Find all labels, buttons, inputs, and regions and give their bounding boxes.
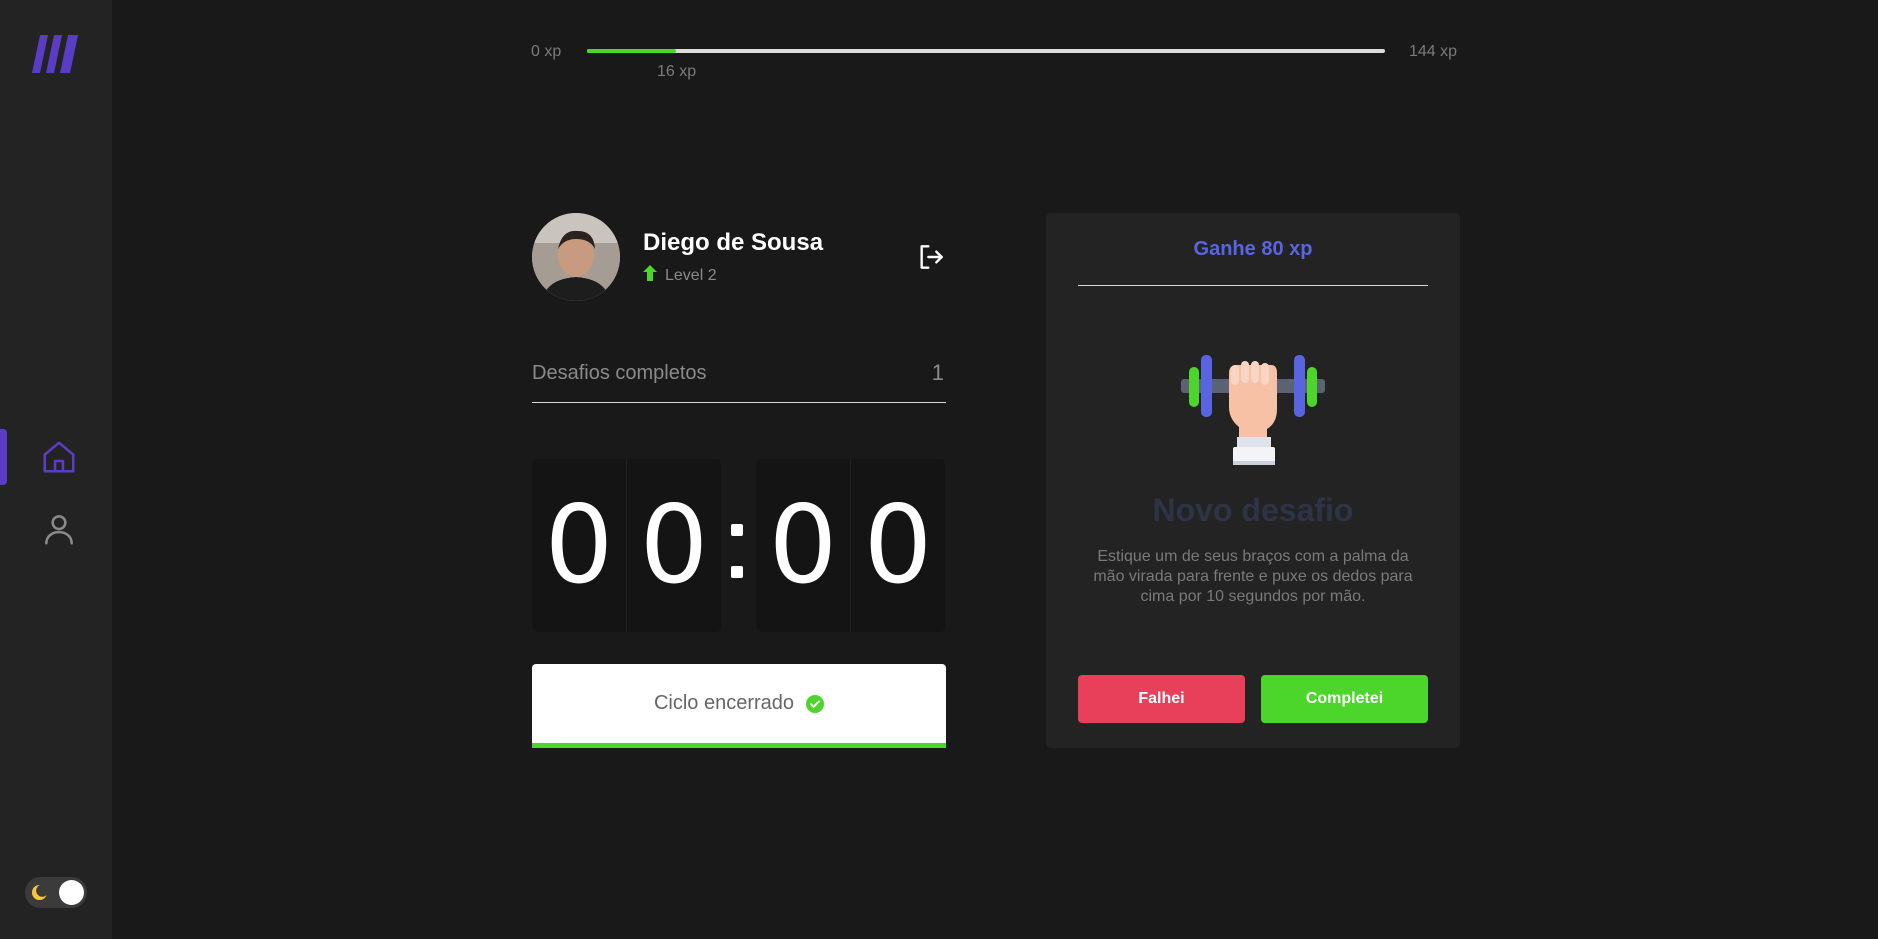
challenge-description: Estique um de seus braços com a palma da… xyxy=(1093,548,1413,605)
xp-current-label: 16 xp xyxy=(657,63,697,80)
completed-button[interactable]: Completei xyxy=(1261,675,1428,723)
check-circle-icon xyxy=(806,694,825,713)
completed-challenges-count: 1 xyxy=(931,360,944,385)
countdown-digit: 0 xyxy=(626,459,721,632)
sidebar xyxy=(0,0,112,939)
xp-min-label: 0 xp xyxy=(531,43,562,60)
completed-challenges-label: Desafios completos xyxy=(532,362,707,384)
challenge-reward: Ganhe 80 xp xyxy=(1078,213,1428,286)
challenge-title: Novo desafio xyxy=(1152,492,1354,528)
nav-active-indicator xyxy=(0,429,7,485)
app-logo xyxy=(32,35,78,73)
completed-challenges: Desafios completos 1 xyxy=(532,356,946,403)
dumbbell-icon xyxy=(1181,355,1325,465)
failed-button[interactable]: Falhei xyxy=(1078,675,1245,723)
countdown-separator xyxy=(720,486,760,606)
countdown-seconds: 0 0 xyxy=(756,459,945,632)
toggle-knob[interactable] xyxy=(59,880,84,905)
challenge-card: Ganhe 80 xp Novo desafio Estique um de s… xyxy=(1046,213,1460,748)
countdown-digit: 0 xyxy=(544,482,614,608)
theme-toggle[interactable] xyxy=(25,877,87,908)
xp-max-label: 144 xp xyxy=(1409,43,1458,60)
countdown-digit: 0 xyxy=(850,459,945,632)
home-icon[interactable] xyxy=(40,438,78,476)
countdown-digit: 0 xyxy=(768,482,838,608)
moon-icon xyxy=(31,884,48,901)
avatar xyxy=(532,213,620,301)
xp-progress-fill xyxy=(587,49,676,53)
cycle-finished-label: Ciclo encerrado xyxy=(653,692,795,714)
user-level: Level 2 xyxy=(665,267,717,284)
user-name: Diego de Sousa xyxy=(643,229,824,256)
level-up-icon xyxy=(643,265,657,281)
xp-progress-bar xyxy=(587,49,1385,53)
countdown-minutes: 0 0 xyxy=(532,459,721,632)
logout-icon[interactable] xyxy=(915,241,947,273)
user-icon[interactable] xyxy=(40,510,78,548)
cycle-finished-button[interactable]: Ciclo encerrado xyxy=(532,664,946,748)
